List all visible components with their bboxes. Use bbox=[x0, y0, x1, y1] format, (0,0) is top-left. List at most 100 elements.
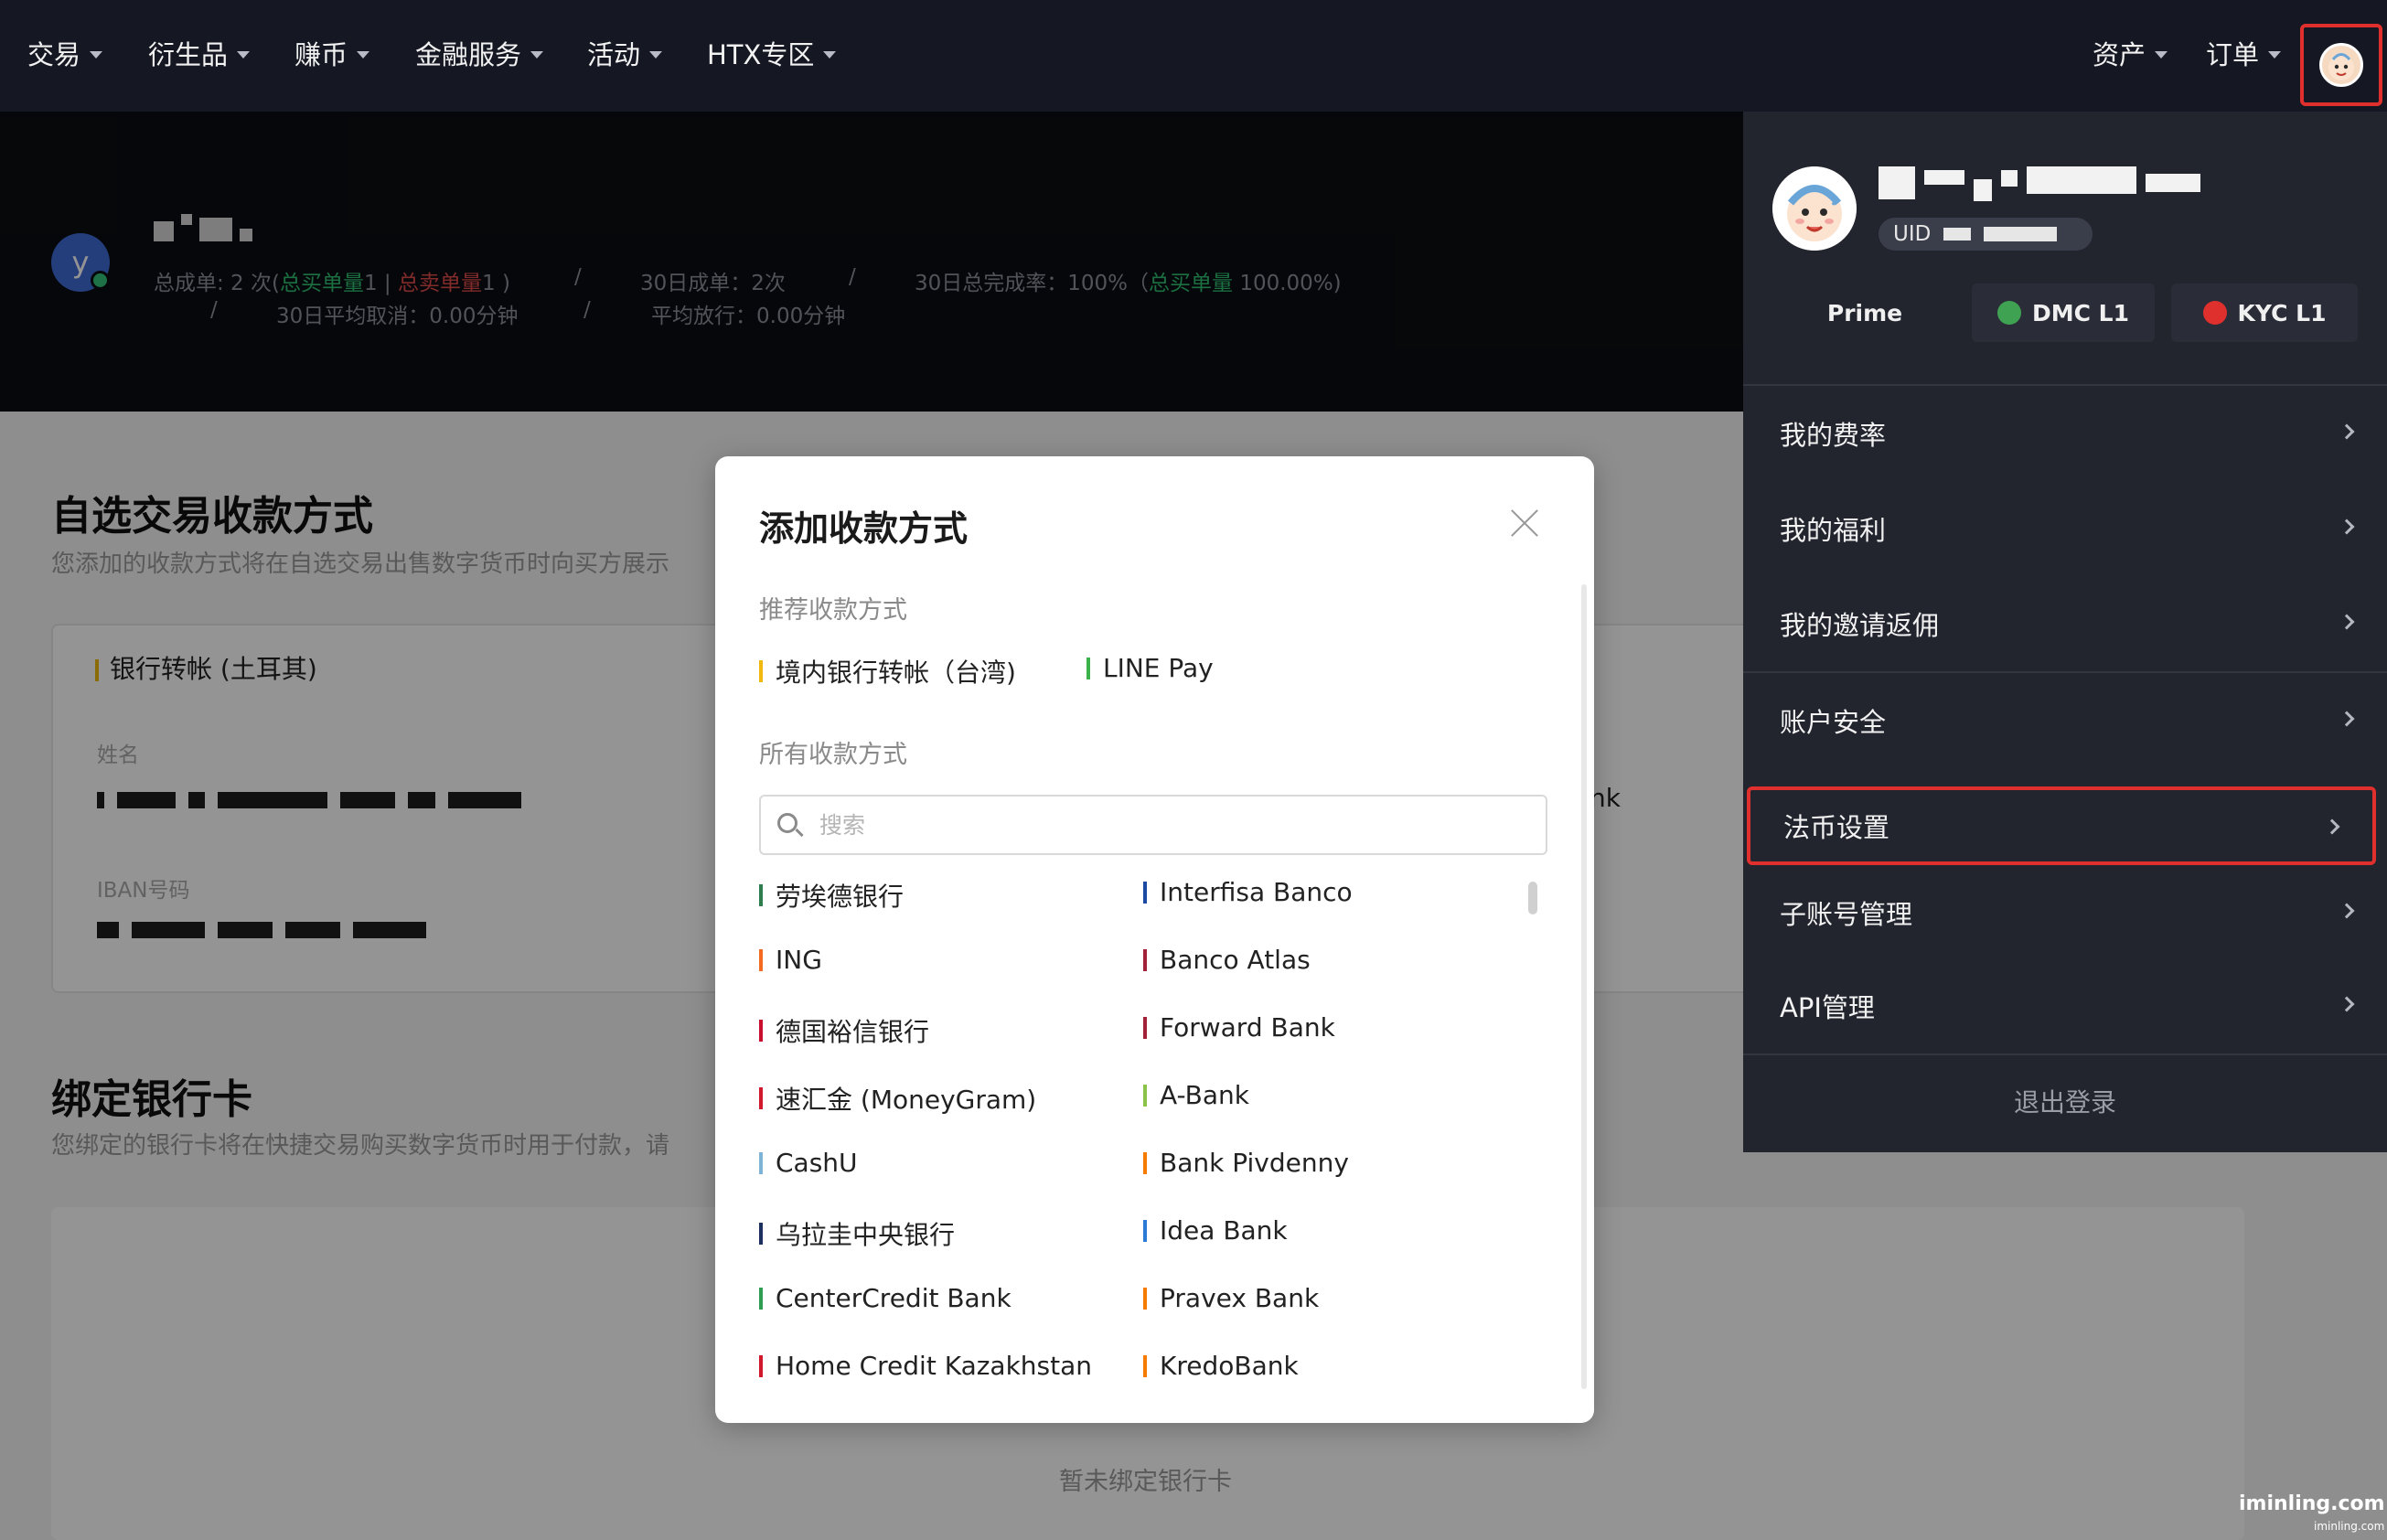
caret-down-icon bbox=[530, 50, 544, 59]
menu-item-fiat-settings[interactable]: 法币设置 bbox=[1747, 786, 2376, 865]
list-item-label: 速汇金 (MoneyGram) bbox=[776, 1085, 1037, 1115]
list-item-label: 乌拉圭中央银行 bbox=[776, 1220, 956, 1250]
list-item[interactable]: Bank Pivdenny bbox=[1143, 1148, 1349, 1178]
nav-assets-label: 资产 bbox=[2093, 39, 2146, 70]
caret-down-icon bbox=[649, 50, 663, 59]
recommended-label: 推荐收款方式 bbox=[759, 596, 907, 625]
payment-search-box[interactable] bbox=[759, 795, 1547, 855]
nav-finance[interactable]: 金融服务 bbox=[415, 0, 544, 106]
nav-derivatives[interactable]: 衍生品 bbox=[148, 0, 251, 106]
caret-down-icon bbox=[823, 50, 837, 59]
item-color-bar bbox=[1143, 1354, 1147, 1377]
list-item[interactable]: ING bbox=[759, 945, 822, 975]
nav-htx-zone-label: HTX专区 bbox=[707, 39, 815, 70]
modal-backdrop[interactable] bbox=[1743, 1152, 2387, 1540]
search-icon bbox=[777, 813, 797, 833]
caret-down-icon bbox=[2155, 50, 2168, 59]
caret-down-icon bbox=[90, 50, 103, 59]
menu-item-account-security[interactable]: 账户安全 bbox=[1743, 673, 2387, 768]
nav-activity-label: 活动 bbox=[587, 39, 641, 70]
user-avatar-button[interactable] bbox=[2300, 24, 2382, 106]
chevron-right-icon bbox=[2339, 614, 2355, 630]
chevron-right-icon bbox=[2339, 423, 2355, 440]
modal-title: 添加收款方式 bbox=[759, 508, 969, 549]
list-item[interactable]: Banco Atlas bbox=[1143, 945, 1311, 975]
list-item[interactable]: CashU bbox=[759, 1148, 858, 1178]
recommended-item-label: LINE Pay bbox=[1103, 653, 1214, 683]
chevron-right-icon bbox=[2339, 903, 2355, 919]
item-color-bar bbox=[1143, 1016, 1147, 1039]
menu-item-my-benefits[interactable]: 我的福利 bbox=[1743, 481, 2387, 576]
menu-item-my-fees[interactable]: 我的费率 bbox=[1743, 386, 2387, 481]
item-color-bar bbox=[759, 1151, 763, 1174]
caret-down-icon bbox=[237, 50, 251, 59]
nav-derivatives-label: 衍生品 bbox=[148, 39, 229, 70]
list-item[interactable]: Interfisa Banco bbox=[1143, 877, 1353, 907]
list-item-label: CashU bbox=[776, 1148, 858, 1178]
close-icon[interactable] bbox=[1509, 508, 1540, 539]
menu-item-api-management[interactable]: API管理 bbox=[1743, 958, 2387, 1053]
nav-orders[interactable]: 订单 bbox=[2206, 0, 2282, 106]
kyc-badge-label: KYC L1 bbox=[2237, 299, 2327, 326]
item-color-bar bbox=[1143, 881, 1147, 904]
recommended-item[interactable]: 境内银行转帐（台湾) bbox=[759, 653, 1016, 690]
list-item-label: Banco Atlas bbox=[1160, 945, 1311, 975]
list-item[interactable]: KredoBank bbox=[1143, 1351, 1299, 1381]
menu-item-label: 法币设置 bbox=[1783, 812, 1890, 843]
menu-item-label: 账户安全 bbox=[1780, 707, 1887, 738]
item-color-bar bbox=[759, 660, 763, 682]
menu-item-referral[interactable]: 我的邀请返佣 bbox=[1743, 576, 2387, 671]
recommended-item[interactable]: LINE Pay bbox=[1086, 653, 1214, 683]
modal-scrollbar-track[interactable] bbox=[1581, 584, 1587, 1389]
menu-item-label: API管理 bbox=[1780, 992, 1875, 1023]
nav-trade[interactable]: 交易 bbox=[27, 0, 103, 106]
dmc-level-badge[interactable]: DMC L1 bbox=[1972, 283, 2155, 342]
list-item[interactable]: 速汇金 (MoneyGram) bbox=[759, 1080, 1036, 1117]
payment-search-input[interactable] bbox=[819, 797, 1533, 853]
nav-assets[interactable]: 资产 bbox=[2093, 0, 2168, 106]
kyc-level-badge[interactable]: KYC L1 bbox=[2171, 283, 2358, 342]
user-menu-dropdown: UID Prime DMC L1 KYC L1 我的费率 我的福利 我的邀请返佣… bbox=[1743, 112, 2387, 1152]
avatar bbox=[1772, 166, 1857, 251]
item-color-bar bbox=[759, 1087, 763, 1109]
item-color-bar bbox=[1143, 1151, 1147, 1174]
prime-badge[interactable]: Prime bbox=[1780, 283, 1950, 342]
nav-finance-label: 金融服务 bbox=[415, 39, 522, 70]
list-item[interactable]: 乌拉圭中央银行 bbox=[759, 1215, 955, 1252]
uid-badge[interactable]: UID bbox=[1879, 218, 2093, 251]
item-color-bar bbox=[1143, 948, 1147, 971]
watermark-small: iminling.com bbox=[2314, 1520, 2385, 1533]
list-scrollbar-thumb[interactable] bbox=[1528, 882, 1537, 914]
list-item[interactable]: Forward Bank bbox=[1143, 1012, 1335, 1043]
item-color-bar bbox=[759, 1287, 763, 1310]
caret-down-icon bbox=[357, 50, 370, 59]
list-item-label: 劳埃德银行 bbox=[776, 882, 904, 912]
list-item-label: Idea Bank bbox=[1160, 1215, 1288, 1246]
list-item-label: Bank Pivdenny bbox=[1160, 1148, 1349, 1178]
nav-htx-zone[interactable]: HTX专区 bbox=[707, 0, 837, 106]
nav-earn[interactable]: 赚币 bbox=[294, 0, 370, 106]
divider bbox=[1743, 1053, 2387, 1055]
item-color-bar bbox=[759, 1020, 763, 1042]
chevron-right-icon bbox=[2339, 519, 2355, 535]
list-item-label: A-Bank bbox=[1160, 1080, 1249, 1110]
menu-item-label: 我的邀请返佣 bbox=[1780, 610, 1940, 641]
list-item[interactable]: Idea Bank bbox=[1143, 1215, 1288, 1246]
recommended-item-label: 境内银行转帐（台湾) bbox=[776, 658, 1016, 688]
list-item[interactable]: Home Credit Kazakhstan bbox=[759, 1351, 1092, 1381]
list-item[interactable]: A-Bank bbox=[1143, 1080, 1249, 1110]
nav-activity[interactable]: 活动 bbox=[587, 0, 663, 106]
all-methods-label: 所有收款方式 bbox=[759, 741, 907, 769]
top-navigation-bar: 交易 衍生品 赚币 金融服务 活动 HTX专区 资产 订单 bbox=[0, 0, 2387, 112]
list-item-label: Pravex Bank bbox=[1160, 1283, 1320, 1313]
list-item[interactable]: Pravex Bank bbox=[1143, 1283, 1319, 1313]
prime-badge-label: Prime bbox=[1826, 299, 1903, 326]
menu-item-sub-accounts[interactable]: 子账号管理 bbox=[1743, 865, 2387, 960]
item-color-bar bbox=[1086, 657, 1090, 679]
nav-trade-label: 交易 bbox=[27, 39, 81, 70]
list-item[interactable]: CenterCredit Bank bbox=[759, 1283, 1012, 1313]
logout-button[interactable]: 退出登录 bbox=[1743, 1057, 2387, 1145]
list-item[interactable]: 德国裕信银行 bbox=[759, 1012, 929, 1049]
list-item[interactable]: 劳埃德银行 bbox=[759, 877, 904, 914]
avatar-face-icon bbox=[1772, 166, 1857, 251]
